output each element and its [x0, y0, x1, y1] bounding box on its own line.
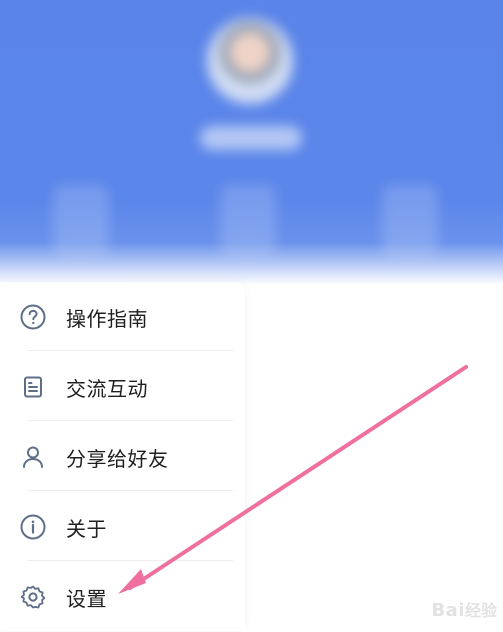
profile-header [0, 0, 503, 285]
blurred-profile-area [0, 0, 503, 285]
menu-item-guide-label: 操作指南 [66, 306, 148, 331]
username-placeholder [200, 126, 302, 150]
info-icon [18, 512, 48, 542]
menu-item-share[interactable]: 分享给好友 [0, 422, 245, 492]
watermark-suffix: 经验 [464, 601, 497, 620]
stat-tile-middle [220, 185, 276, 255]
document-icon [18, 372, 48, 402]
menu-item-community[interactable]: 交流互动 [0, 352, 245, 422]
menu-item-guide[interactable]: 操作指南 [0, 282, 245, 352]
menu-item-share-label: 分享给好友 [66, 446, 169, 471]
help-circle-icon [18, 302, 48, 332]
divider [28, 560, 233, 561]
menu-item-about-label: 关于 [66, 516, 107, 541]
avatar [207, 18, 293, 104]
watermark-brand: Bai [431, 600, 465, 621]
divider [28, 420, 233, 421]
stat-tile-right [382, 185, 438, 255]
menu-item-settings-label: 设置 [66, 586, 107, 611]
stat-tile-left [53, 185, 109, 255]
menu-item-community-label: 交流互动 [66, 376, 148, 401]
user-icon [18, 442, 48, 472]
gear-icon [18, 582, 48, 612]
menu-item-settings[interactable]: 设置 [0, 562, 245, 632]
side-menu: 操作指南 交流互动 分享给好友 关于 设置 [0, 282, 245, 631]
menu-item-about[interactable]: 关于 [0, 492, 245, 562]
divider [28, 350, 233, 351]
divider [28, 490, 233, 491]
